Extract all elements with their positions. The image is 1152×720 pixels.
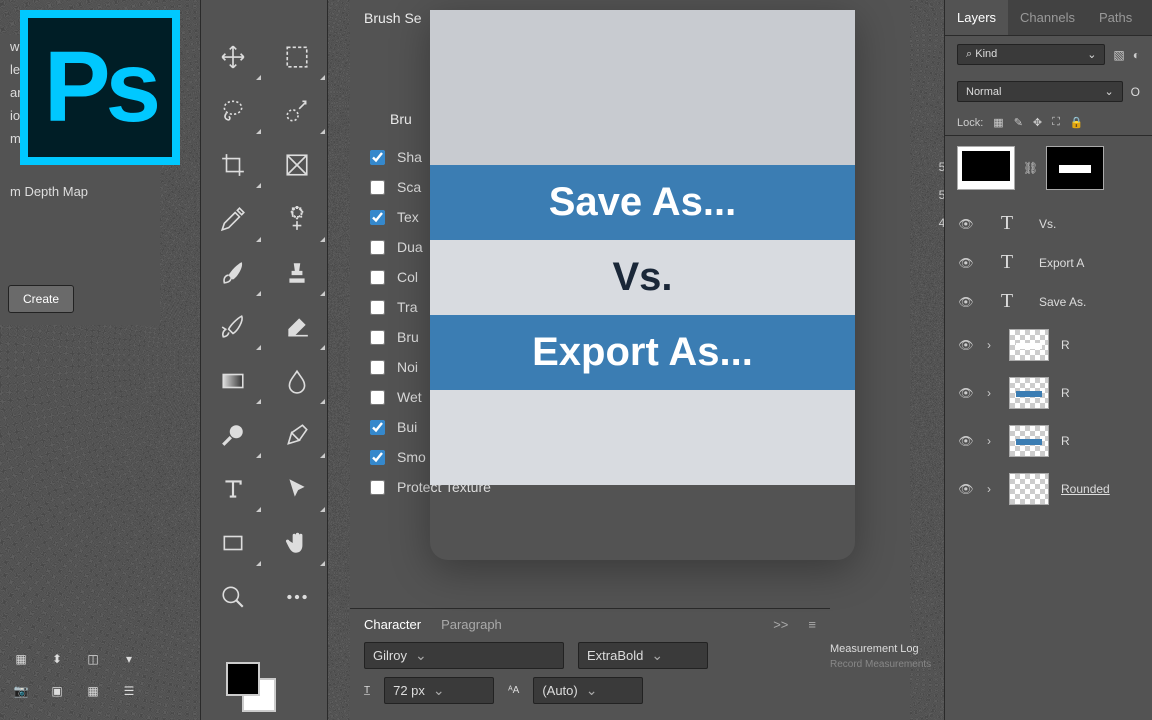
layer-thumb[interactable] xyxy=(957,146,1015,190)
frame-tool[interactable] xyxy=(265,138,329,192)
overlap-icon[interactable]: ◫ xyxy=(80,648,106,670)
tab-paths[interactable]: Paths xyxy=(1087,0,1144,35)
camera-icon[interactable]: 📷 xyxy=(8,680,34,702)
visibility-icon[interactable]: 👁 xyxy=(957,217,975,231)
rectangle-tool[interactable] xyxy=(201,516,265,570)
move-tool[interactable] xyxy=(201,30,265,84)
layer-row[interactable]: 👁 T Save As. xyxy=(945,282,1152,321)
cube-icon[interactable]: ▣ xyxy=(44,680,70,702)
shape-thumb xyxy=(1009,377,1049,409)
text-layer-icon: T xyxy=(987,212,1027,235)
tab-character[interactable]: Character xyxy=(364,617,421,632)
dodge-tool[interactable] xyxy=(201,408,265,462)
lock-pixel-icon[interactable]: ✎ xyxy=(1014,116,1023,129)
layer-row[interactable]: 👁 T Export A xyxy=(945,243,1152,282)
shape-thumb xyxy=(1009,473,1049,505)
lasso-tool[interactable] xyxy=(201,84,265,138)
filter-adjust-icon[interactable]: ◐ xyxy=(1133,48,1140,62)
expand-icon[interactable]: › xyxy=(987,482,997,496)
measurement-log: Measurement Log Record Measurements xyxy=(830,643,940,670)
sort-icon[interactable]: ⬍ xyxy=(44,648,70,670)
menu-icon[interactable]: ≡ xyxy=(808,617,816,632)
lock-all-icon[interactable]: 🔒 xyxy=(1070,116,1084,129)
tab-paragraph[interactable]: Paragraph xyxy=(441,617,502,632)
shape-thumb xyxy=(1009,425,1049,457)
zoom-tool[interactable] xyxy=(201,570,265,624)
grid-icon[interactable]: ▦ xyxy=(8,648,34,670)
marquee-tool[interactable] xyxy=(265,30,329,84)
overlay-blur-bottom xyxy=(430,390,855,485)
character-panel: Character Paragraph >> ≡ Gilroy ExtraBol… xyxy=(350,608,830,720)
dropdown-icon[interactable]: ▾ xyxy=(116,648,142,670)
collapse-icon[interactable]: >> xyxy=(773,617,788,632)
measurement-sub[interactable]: Record Measurements xyxy=(830,659,940,670)
bottom-left: ▦ ⬍ ◫ ▾ 📷 ▣ ▦ ☰ xyxy=(0,640,200,720)
3d-item[interactable]: m Depth Map xyxy=(0,180,160,203)
lock-pos-icon[interactable]: ✥ xyxy=(1033,116,1042,129)
tab-layers[interactable]: Layers xyxy=(945,0,1008,35)
hand-tool[interactable] xyxy=(265,516,329,570)
tutorial-overlay: Save As... Vs. Export As... xyxy=(430,10,855,560)
visibility-icon[interactable]: 👁 xyxy=(957,434,975,448)
create-button[interactable]: Create xyxy=(8,285,74,313)
photoshop-logo: Ps xyxy=(20,10,180,165)
overlay-export-as: Export As... xyxy=(430,315,855,390)
font-weight-select[interactable]: ExtraBold xyxy=(578,642,708,669)
expand-icon[interactable]: › xyxy=(987,338,997,352)
layers-panel: Layers Channels Paths ⌕ Kind⌄ ▧ ◐ Normal… xyxy=(944,0,1152,720)
blend-mode-select[interactable]: Normal⌄ xyxy=(957,81,1123,102)
blur-tool[interactable] xyxy=(265,354,329,408)
font-family-select[interactable]: Gilroy xyxy=(364,642,564,669)
visibility-icon[interactable]: 👁 xyxy=(957,338,975,352)
history-brush-tool[interactable] xyxy=(201,300,265,354)
lock-label: Lock: xyxy=(957,117,983,129)
eraser-tool[interactable] xyxy=(265,300,329,354)
lock-trans-icon[interactable]: ▦ xyxy=(993,116,1003,129)
layer-mask-thumb[interactable] xyxy=(1046,146,1104,190)
crop-tool[interactable] xyxy=(201,138,265,192)
layer-row[interactable]: 👁 › Rounded xyxy=(945,465,1152,513)
filter-kind-select[interactable]: ⌕ Kind⌄ xyxy=(957,44,1105,65)
text-layer-icon: T xyxy=(987,290,1027,313)
expand-icon[interactable]: › xyxy=(987,386,997,400)
eyedropper-tool[interactable] xyxy=(201,192,265,246)
pen-tool[interactable] xyxy=(265,408,329,462)
visibility-icon[interactable]: 👁 xyxy=(957,295,975,309)
layer-row[interactable]: 👁 › R xyxy=(945,369,1152,417)
tab-channels[interactable]: Channels xyxy=(1008,0,1087,35)
visibility-icon[interactable]: 👁 xyxy=(957,256,975,270)
shape-thumb xyxy=(1009,329,1049,361)
overlay-blur-top xyxy=(430,10,855,165)
quick-select-tool[interactable] xyxy=(265,84,329,138)
size-icon: T̲ xyxy=(364,685,370,696)
overlay-vs: Vs. xyxy=(430,240,855,315)
visibility-icon[interactable]: 👁 xyxy=(957,386,975,400)
gradient-tool[interactable] xyxy=(201,354,265,408)
visibility-icon[interactable]: 👁 xyxy=(957,482,975,496)
layer-row[interactable]: 👁 › R xyxy=(945,417,1152,465)
lock-artboard-icon[interactable]: ⛶ xyxy=(1052,116,1060,129)
list-icon[interactable]: ☰ xyxy=(116,680,142,702)
text-layer-icon: T xyxy=(987,251,1027,274)
more-tool[interactable] xyxy=(265,570,329,624)
layer-row[interactable]: 👁 T Vs. xyxy=(945,204,1152,243)
path-select-tool[interactable] xyxy=(265,462,329,516)
layer-row[interactable]: 👁 › R xyxy=(945,321,1152,369)
link-icon[interactable]: ⛓ xyxy=(1023,161,1038,175)
color-swatches[interactable] xyxy=(220,656,276,712)
stamp-tool[interactable] xyxy=(265,246,329,300)
brush-tool[interactable] xyxy=(201,246,265,300)
tiles-icon[interactable]: ▦ xyxy=(80,680,106,702)
healing-tool[interactable] xyxy=(265,192,329,246)
font-size-select[interactable]: 72 px xyxy=(384,677,494,704)
measurement-title: Measurement Log xyxy=(830,643,940,655)
overlay-save-as: Save As... xyxy=(430,165,855,240)
opacity-label: O xyxy=(1131,85,1140,99)
tools-panel xyxy=(200,0,328,720)
filter-pixel-icon[interactable]: ▧ xyxy=(1113,48,1124,62)
type-tool[interactable] xyxy=(201,462,265,516)
leading-select[interactable]: (Auto) xyxy=(533,677,643,704)
leading-icon: ᴬA xyxy=(508,685,519,696)
expand-icon[interactable]: › xyxy=(987,434,997,448)
